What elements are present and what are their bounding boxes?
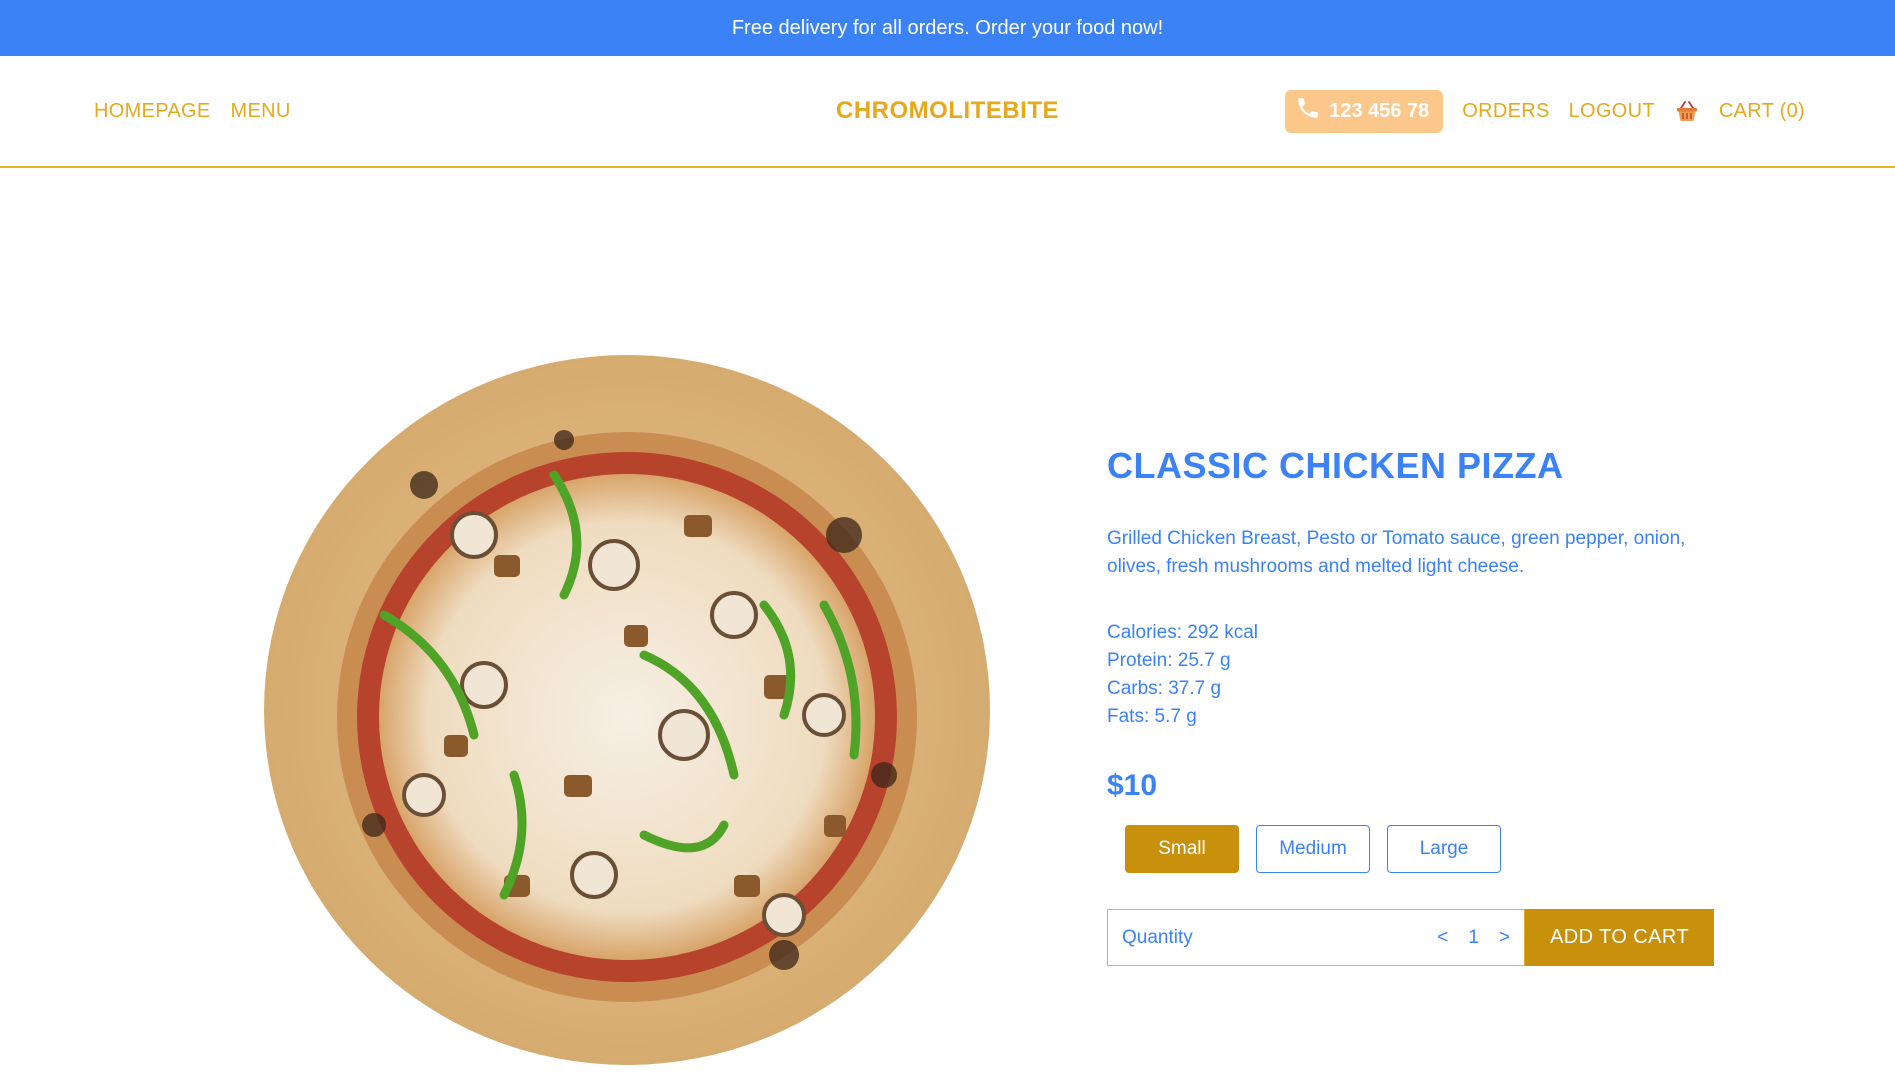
product-price: $10 xyxy=(1107,769,1158,802)
phone-number: 123 456 78 xyxy=(1329,99,1430,122)
nav-logout-link[interactable]: LOGOUT xyxy=(1569,100,1655,123)
product-title: CLASSIC CHICKEN PIZZA xyxy=(1107,445,1564,486)
size-large-button[interactable]: Large xyxy=(1387,825,1501,873)
fats-text: Fats: 5.7 g xyxy=(1107,706,1197,727)
quantity-increment-button[interactable]: > xyxy=(1499,927,1510,949)
phone-icon xyxy=(1295,95,1321,127)
nutrition-info: Calories: 292 kcal Protein: 25.7 g Carbs… xyxy=(1107,619,1727,731)
add-to-cart-row: Quantity < 1 > ADD TO CART xyxy=(1107,909,1727,966)
top-navigation: HOMEPAGE MENU CHROMOLITEBITE 123 456 78 … xyxy=(0,56,1895,168)
promo-text: Free delivery for all orders. Order your… xyxy=(731,16,1164,39)
size-small-button[interactable]: Small xyxy=(1125,825,1239,873)
quantity-stepper: Quantity < 1 > xyxy=(1107,909,1525,966)
carbs-text: Carbs: 37.7 g xyxy=(1107,678,1222,699)
protein-text: Protein: 25.7 g xyxy=(1107,650,1231,671)
nav-menu-link[interactable]: MENU xyxy=(231,100,291,123)
calories-text: Calories: 292 kcal xyxy=(1107,622,1259,643)
phone-button[interactable]: 123 456 78 xyxy=(1285,89,1444,133)
product-details: CLASSIC CHICKEN PIZZA Grilled Chicken Br… xyxy=(1107,445,1727,966)
quantity-decrement-button[interactable]: < xyxy=(1437,927,1448,949)
brand-logo-text[interactable]: CHROMOLITEBITE xyxy=(836,97,1059,125)
basket-icon[interactable] xyxy=(1674,98,1700,124)
add-to-cart-button[interactable]: ADD TO CART xyxy=(1525,909,1714,966)
product-description: Grilled Chicken Breast, Pesto or Tomato … xyxy=(1107,528,1686,577)
nav-homepage-link[interactable]: HOMEPAGE xyxy=(94,100,211,123)
nav-cart-link[interactable]: CART (0) xyxy=(1719,100,1805,123)
nav-right-links: 123 456 78 ORDERS LOGOUT CART (0) xyxy=(1285,56,1805,166)
promo-banner: Free delivery for all orders. Order your… xyxy=(0,0,1895,56)
nav-left-links: HOMEPAGE MENU xyxy=(94,56,291,166)
size-medium-button[interactable]: Medium xyxy=(1256,825,1370,873)
nav-orders-link[interactable]: ORDERS xyxy=(1462,100,1549,123)
quantity-label: Quantity xyxy=(1122,926,1193,948)
quantity-value: 1 xyxy=(1468,926,1479,948)
pizza-image xyxy=(264,355,990,1065)
size-selector: Small Medium Large xyxy=(1125,825,1727,873)
quantity-controls: < 1 > xyxy=(1437,927,1510,949)
